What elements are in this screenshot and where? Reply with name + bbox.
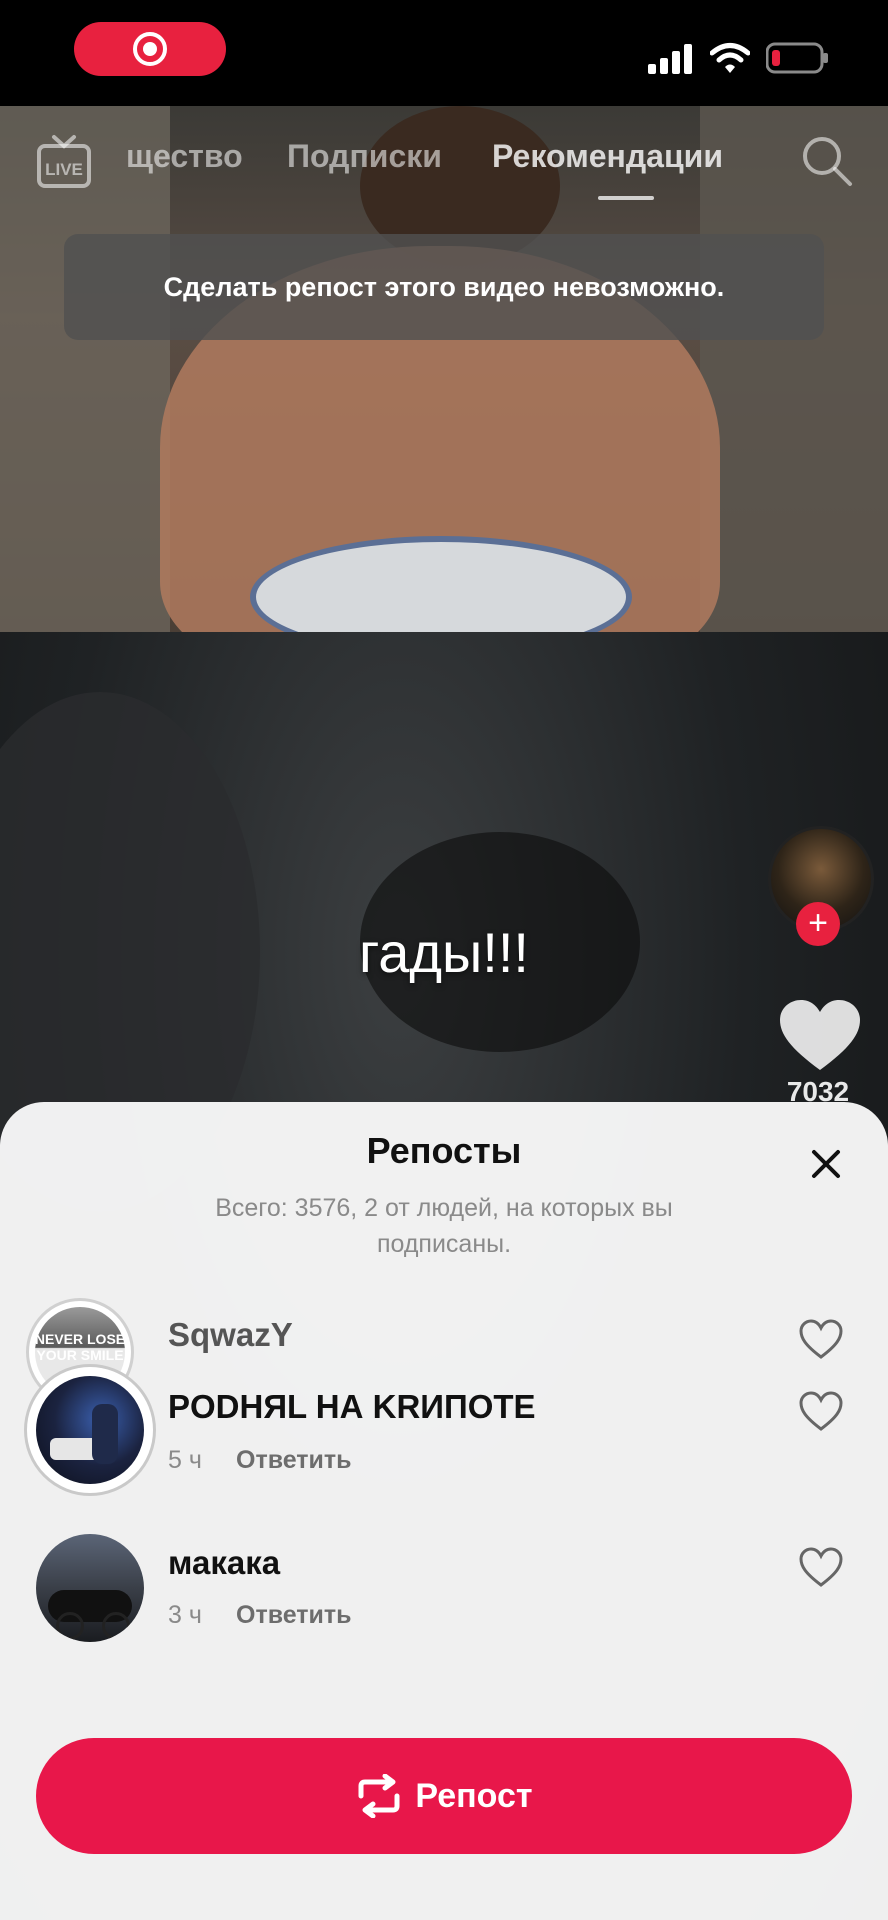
heart-outline-icon[interactable] [798,1390,844,1432]
timestamp: 3 ч [168,1601,202,1629]
sheet-title: Репосты [366,1130,522,1171]
avatar-caption: NEVER LOSE YOUR SMILE [34,1331,126,1363]
heart-outline-icon[interactable] [798,1546,844,1588]
list-item-name[interactable]: PODHЯL НА KRИПОТЕ [168,1388,536,1426]
active-tab-indicator [598,196,654,200]
close-icon[interactable] [806,1144,846,1184]
avatar[interactable] [36,1376,144,1484]
like-heart-icon[interactable] [780,1000,860,1072]
record-icon [133,32,167,66]
tab-community[interactable]: щество [126,138,243,175]
list-item-name[interactable]: SqwazY [168,1316,293,1354]
repost-button[interactable]: Репост [36,1738,852,1854]
screen-recording-indicator[interactable] [74,22,226,76]
list-item-name[interactable]: макака [168,1544,280,1582]
svg-text:LIVE: LIVE [45,160,83,179]
search-icon[interactable] [800,134,854,188]
tab-following[interactable]: Подписки [287,138,442,175]
top-navigation: LIVE щество Подписки Рекомендации [0,106,888,216]
reply-button[interactable]: Ответить [236,1446,352,1475]
toast-message: Сделать репост этого видео невозможно. [64,234,824,340]
video-caption: гады!!! [359,921,529,984]
repost-button-label: Репост [415,1776,533,1815]
repost-icon [358,1774,400,1818]
live-tv-icon[interactable]: LIVE [36,134,92,190]
reply-button[interactable]: Ответить [236,1601,352,1630]
wifi-icon [710,43,750,73]
tab-for-you[interactable]: Рекомендации [492,138,723,175]
avatar[interactable] [36,1534,144,1642]
follow-plus-icon[interactable]: + [796,902,840,946]
sheet-subtitle: Всего: 3576, 2 от людей, на которых вы п… [215,1194,673,1258]
battery-icon [766,42,828,74]
cellular-signal-icon [648,44,692,74]
timestamp: 5 ч [168,1446,202,1474]
heart-outline-icon[interactable] [798,1318,844,1360]
